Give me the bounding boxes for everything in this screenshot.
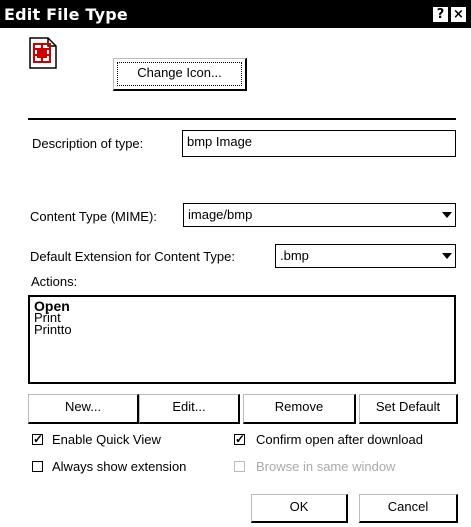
set-default-button[interactable]: Set Default [359,394,458,424]
content-type-select[interactable]: image/bmp [183,203,456,227]
enable-quick-view-label: Enable Quick View [52,432,161,447]
remove-button[interactable]: Remove [243,394,356,424]
change-icon-label: Change Icon... [137,65,222,80]
content-type-label: Content Type (MIME): [30,209,157,224]
window-title: Edit File Type [4,5,128,24]
ok-button-label: OK [289,499,309,514]
bmp-file-icon [29,37,57,69]
list-item[interactable]: Printto [30,323,454,336]
description-field[interactable]: bmp Image [182,130,456,157]
edit-button-label: Edit... [172,399,206,414]
cancel-button[interactable]: Cancel [359,494,458,523]
help-button[interactable]: ? [433,7,448,22]
content-type-value: image/bmp [188,207,253,222]
chevron-down-icon[interactable] [437,245,455,267]
edit-file-type-dialog: Edit File Type ? × Change Icon... Descri… [0,0,471,527]
separator [28,118,456,120]
description-label: Description of type: [32,136,144,151]
list-item[interactable]: Print [30,311,454,324]
default-extension-label: Default Extension for Content Type: [30,249,235,264]
default-extension-value: .bmp [280,248,309,263]
browse-same-window-checkbox [234,461,245,472]
always-show-extension-label: Always show extension [52,459,187,474]
default-extension-select[interactable]: .bmp [275,244,456,268]
enable-quick-view-checkbox[interactable] [32,431,43,447]
set-default-button-label: Set Default [375,399,441,414]
edit-button[interactable]: Edit... [139,394,240,424]
always-show-extension-checkbox[interactable] [32,461,43,472]
ok-button[interactable]: OK [251,494,348,523]
remove-button-label: Remove [274,399,324,414]
list-item[interactable]: Open [30,299,454,313]
confirm-open-label: Confirm open after download [256,432,423,447]
close-button[interactable]: × [451,7,466,22]
actions-list[interactable]: Open Print Printto [28,295,456,384]
confirm-open-checkbox[interactable] [234,431,245,447]
actions-label: Actions: [31,274,78,289]
chevron-down-icon[interactable] [437,204,455,226]
change-icon-button[interactable]: Change Icon... [113,58,247,91]
browse-same-window-label: Browse in same window [256,459,396,474]
new-button-label: New... [64,399,102,414]
title-bar[interactable]: Edit File Type ? × [0,0,471,28]
new-button[interactable]: New... [28,394,139,424]
cancel-button-label: Cancel [387,499,429,514]
